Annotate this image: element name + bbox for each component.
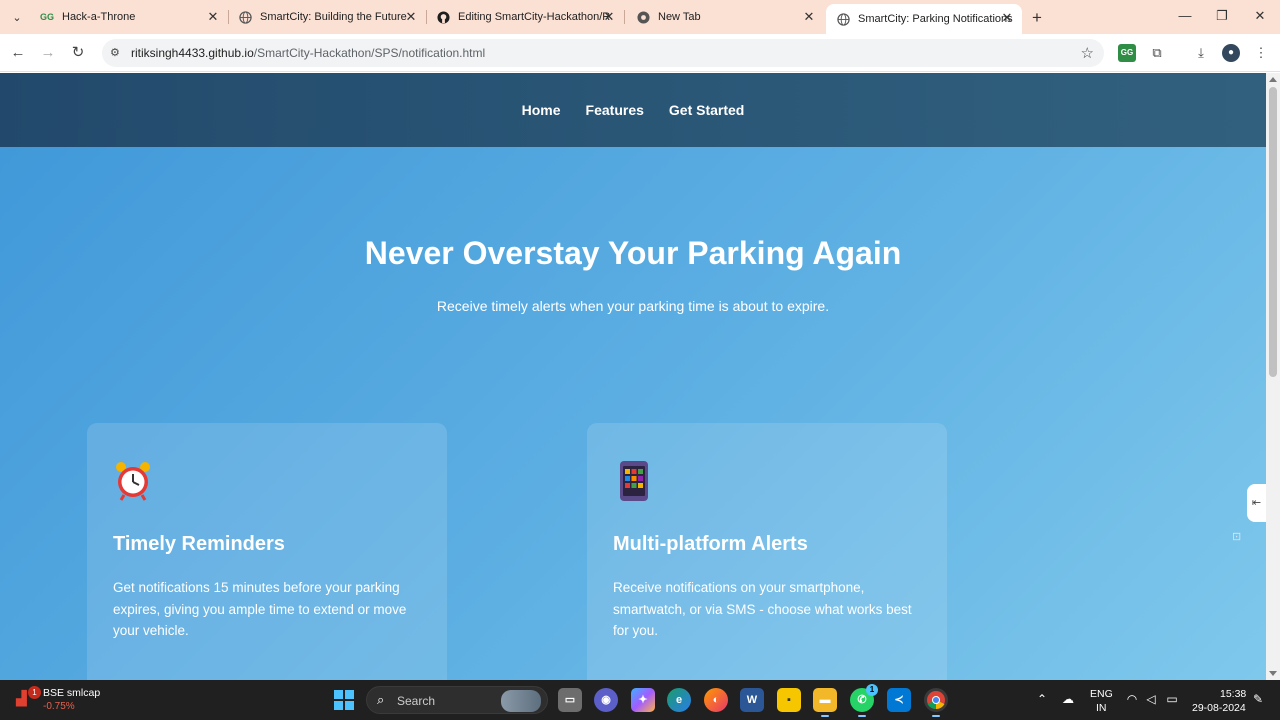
reload-icon[interactable]: ↻: [69, 44, 87, 62]
browser-toolbar: ← → ↻ ⚙ ritiksingh4433.github.io/SmartCi…: [0, 34, 1280, 72]
tab-search-button[interactable]: ⌄: [6, 6, 28, 28]
search-highlight-image: [501, 690, 541, 712]
nav-home-link[interactable]: Home: [522, 102, 561, 118]
minimize-icon[interactable]: —: [1175, 8, 1195, 23]
tab-title: Editing SmartCity-Hackathon/R: [458, 11, 611, 23]
wifi-icon[interactable]: ◠: [1124, 692, 1140, 706]
tab-github-editing[interactable]: Editing SmartCity-Hackathon/R ✕: [426, 0, 625, 34]
clock-time[interactable]: 15:38: [1220, 688, 1246, 700]
profile-avatar-icon[interactable]: ●: [1222, 44, 1240, 62]
globe-icon: [238, 10, 252, 24]
extensions-puzzle-icon[interactable]: ⧉: [1148, 44, 1166, 62]
taskbar-search-box[interactable]: ⌕ Search: [366, 686, 548, 714]
card-text: Receive notifications on your smartphone…: [613, 580, 912, 638]
menu-kebab-icon[interactable]: ⋮: [1252, 44, 1270, 62]
close-icon[interactable]: ✕: [802, 10, 816, 24]
windows-taskbar: ▟ 1 BSE smlcap -0.75% ⌕ Search ▭ ◉ ✦ e ◐…: [0, 680, 1280, 720]
battery-icon[interactable]: ▭: [1164, 692, 1180, 706]
language-indicator[interactable]: ENG: [1090, 688, 1113, 700]
teams-chat-icon[interactable]: ◉: [594, 688, 618, 712]
tab-smartcity-building[interactable]: SmartCity: Building the Future ✕: [228, 0, 427, 34]
site-info-icon[interactable]: ⚙: [110, 46, 124, 60]
floating-assistant-icon[interactable]: ⊡: [1232, 530, 1266, 550]
stock-name: BSE smlcap: [43, 687, 101, 699]
hero-subtitle: Receive timely alerts when your parking …: [436, 298, 830, 314]
tab-separator: [624, 10, 625, 24]
search-icon: ⌕: [377, 692, 385, 707]
notification-icon[interactable]: ✎: [1250, 692, 1266, 706]
clock-date[interactable]: 29-08-2024: [1192, 702, 1246, 714]
geeksforgeeks-icon: GG: [40, 12, 55, 22]
alarm-clock-icon: [113, 459, 153, 503]
card-title: Timely Reminders: [113, 533, 285, 555]
nav-get-started-link[interactable]: Get Started: [669, 102, 744, 118]
speaker-muted-icon[interactable]: ◁: [1143, 692, 1159, 706]
hero-title: Never Overstay Your Parking Again: [364, 235, 902, 271]
search-placeholder: Search: [397, 694, 436, 708]
web-page: Home Features Get Started Never Overstay…: [0, 73, 1266, 680]
url-path: /SmartCity-Hackathon/SPS/notification.ht…: [253, 46, 486, 60]
task-view-icon[interactable]: ▭: [558, 688, 582, 712]
address-bar[interactable]: ⚙ ritiksingh4433.github.io/SmartCity-Hac…: [102, 39, 1104, 67]
new-tab-button[interactable]: +: [1028, 8, 1046, 28]
scroll-down-arrow-icon[interactable]: [1269, 671, 1277, 676]
bookmark-star-icon[interactable]: ☆: [1081, 44, 1094, 62]
word-icon[interactable]: W: [740, 688, 764, 712]
edge-browser-icon[interactable]: e: [667, 688, 691, 712]
close-icon[interactable]: ✕: [206, 10, 220, 24]
close-icon[interactable]: ✕: [602, 10, 616, 24]
forward-icon[interactable]: →: [39, 44, 57, 62]
page-scrollbar[interactable]: [1266, 73, 1280, 680]
close-window-icon[interactable]: ✕: [1250, 8, 1270, 24]
geeksforgeeks-extension-icon[interactable]: GG: [1118, 44, 1136, 62]
sticky-notes-icon[interactable]: ▪: [777, 688, 801, 712]
close-icon[interactable]: ✕: [404, 10, 418, 24]
feature-card-timely-reminders: Timely Reminders Get notifications 15 mi…: [87, 423, 447, 680]
onedrive-icon[interactable]: ☁: [1060, 692, 1076, 706]
firefox-icon[interactable]: ◐: [704, 688, 728, 712]
feature-card-multi-platform: Multi-platform Alerts Receive notificati…: [587, 423, 947, 680]
side-panel-toggle-icon[interactable]: ⇤: [1247, 484, 1266, 522]
stock-widget[interactable]: ▟ 1 BSE smlcap -0.75%: [14, 684, 124, 716]
file-explorer-icon[interactable]: ▬: [813, 688, 837, 717]
tab-title: SmartCity: Parking Notifications: [858, 13, 1013, 25]
tab-hack-a-throne[interactable]: GG Hack-a-Throne ✕: [30, 0, 229, 34]
region-indicator[interactable]: IN: [1096, 702, 1107, 714]
close-icon[interactable]: ✕: [1000, 11, 1014, 25]
site-navbar: Home Features Get Started: [0, 73, 1266, 147]
whatsapp-badge: 1: [866, 684, 878, 696]
whatsapp-icon[interactable]: ✆ 1: [850, 684, 878, 717]
chrome-icon[interactable]: [924, 688, 948, 717]
download-icon[interactable]: ⤓: [1192, 44, 1210, 62]
nav-features-link[interactable]: Features: [586, 102, 644, 118]
back-icon[interactable]: ←: [9, 44, 27, 62]
mobile-phone-icon: [613, 459, 653, 503]
scrollbar-thumb[interactable]: [1269, 87, 1277, 377]
stock-change: -0.75%: [43, 701, 75, 712]
chrome-icon: [636, 10, 650, 24]
url-text[interactable]: ritiksingh4433.github.io/SmartCity-Hacka…: [131, 46, 485, 60]
card-title: Multi-platform Alerts: [613, 533, 808, 555]
vscode-icon[interactable]: ≺: [887, 688, 911, 712]
stock-badge: 1: [28, 686, 41, 699]
chevron-up-icon[interactable]: ⌃: [1034, 692, 1050, 706]
chevron-down-icon: ⌄: [12, 11, 22, 24]
scroll-up-arrow-icon[interactable]: [1269, 77, 1277, 82]
globe-icon: [836, 12, 850, 26]
tab-title: New Tab: [658, 11, 701, 23]
copilot-icon[interactable]: ✦: [631, 688, 655, 712]
tab-strip: ⌄ GG Hack-a-Throne ✕ SmartCity: Building…: [0, 0, 1280, 34]
github-icon: [436, 10, 450, 24]
tab-parking-notifications[interactable]: SmartCity: Parking Notifications ✕: [826, 4, 1022, 34]
url-host: ritiksingh4433.github.io: [131, 46, 254, 60]
card-text: Get notifications 15 minutes before your…: [113, 580, 407, 638]
tab-title: Hack-a-Throne: [62, 11, 136, 23]
tab-title: SmartCity: Building the Future: [260, 11, 407, 23]
maximize-icon[interactable]: ❐: [1212, 8, 1232, 24]
windows-start-icon[interactable]: [334, 690, 354, 710]
tab-new-tab[interactable]: New Tab ✕: [626, 0, 824, 34]
